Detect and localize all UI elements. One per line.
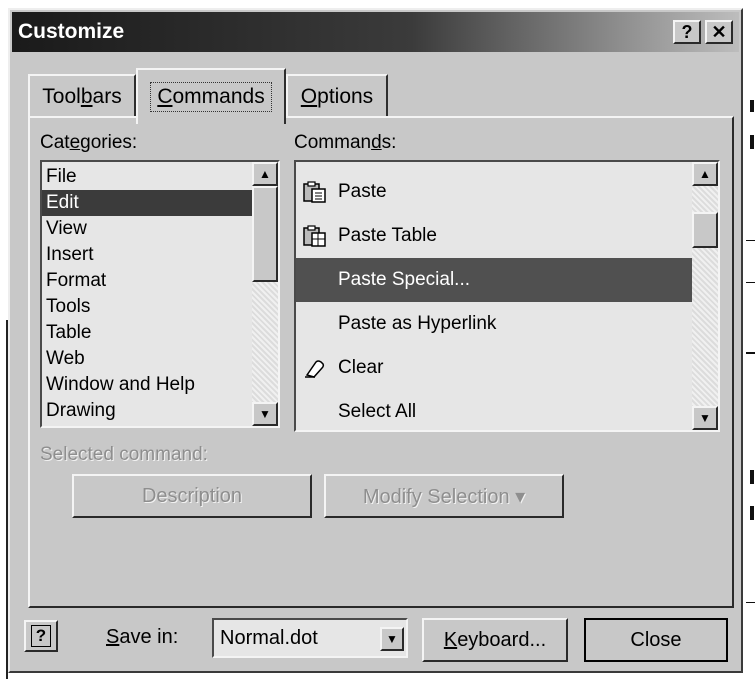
triangle-up-icon: ▲	[259, 167, 271, 181]
tab-toolbars[interactable]: Tool b ars	[28, 74, 136, 118]
commands-scrollbar[interactable]: ▲ ▼	[692, 162, 718, 430]
category-item[interactable]: View	[42, 216, 252, 242]
category-item[interactable]: File	[42, 164, 252, 190]
button-accel: K	[443, 628, 458, 651]
button-label: Description	[141, 484, 243, 507]
question-icon: ?	[681, 21, 693, 42]
commands-items: Paste Paste Table Paste Special... Paste…	[296, 170, 692, 430]
triangle-down-icon: ▼	[259, 407, 271, 421]
description-button[interactable]: Description	[72, 474, 312, 518]
command-item-selected[interactable]: Paste Special...	[296, 258, 692, 302]
background-mark	[750, 135, 754, 149]
label-accel: S	[106, 626, 120, 648]
category-item-selected[interactable]: Edit	[42, 190, 252, 216]
command-label: Paste Special...	[338, 269, 471, 290]
categories-items: File Edit View Insert Format Tools Table…	[42, 164, 252, 424]
background-mark	[746, 352, 755, 354]
background-mark	[750, 100, 754, 112]
command-label: Paste Table	[338, 225, 437, 246]
tab-label-accel: b	[80, 85, 93, 108]
label-text: Comman	[294, 132, 372, 153]
label-text: Cat	[40, 132, 70, 153]
tab-label: ommands	[172, 85, 265, 108]
commands-panel: Categories: File Edit View Insert Format…	[28, 116, 734, 608]
category-item[interactable]: Web	[42, 346, 252, 372]
command-item[interactable]: Clear	[296, 346, 692, 390]
categories-list[interactable]: File Edit View Insert Format Tools Table…	[40, 160, 280, 428]
title-bar[interactable]: Customize ? ✕	[12, 12, 739, 52]
scroll-up-button[interactable]: ▲	[692, 162, 718, 186]
commands-list[interactable]: Paste Paste Table Paste Special... Paste…	[294, 160, 720, 432]
command-item[interactable]: Paste as Hyperlink	[296, 302, 692, 346]
background-right	[744, 0, 755, 679]
tab-label: ptions	[317, 85, 374, 108]
triangle-up-icon: ▲	[699, 167, 711, 181]
command-label: Clear	[338, 357, 384, 378]
category-item[interactable]: Tools	[42, 294, 252, 320]
categories-scrollbar[interactable]: ▲ ▼	[252, 162, 278, 426]
scroll-up-button[interactable]: ▲	[252, 162, 278, 186]
command-item[interactable]: Paste	[296, 170, 692, 214]
category-item[interactable]: Table	[42, 320, 252, 346]
dropdown-button[interactable]: ▼	[380, 627, 404, 651]
eraser-icon	[305, 360, 325, 378]
command-item[interactable]: Paste Table	[296, 214, 692, 258]
tab-label-accel: C	[157, 85, 173, 108]
label-accel: e	[69, 132, 81, 153]
customize-dialog: Customize ? ✕ Tool b ars Commands Options …	[8, 8, 743, 673]
commands-label: Commands:	[294, 132, 396, 154]
close-button[interactable]: Close	[584, 618, 728, 662]
clipboard-table-icon	[303, 225, 326, 247]
category-item[interactable]: Format	[42, 268, 252, 294]
category-item[interactable]: Drawing	[42, 398, 252, 424]
button-label: eyboard...	[457, 628, 547, 651]
close-window-button[interactable]: ✕	[705, 20, 733, 44]
background-mark	[750, 470, 754, 484]
tab-commands[interactable]: Commands	[136, 68, 286, 124]
scroll-down-button[interactable]: ▼	[692, 406, 718, 430]
tab-label-accel: O	[300, 85, 318, 108]
command-label: Paste as Hyperlink	[338, 313, 497, 334]
help-icon-button[interactable]: ?	[24, 620, 58, 652]
triangle-down-icon: ▼	[699, 411, 711, 425]
background-mark	[746, 602, 755, 603]
clipboard-icon	[303, 181, 326, 203]
close-icon: ✕	[711, 21, 727, 42]
tab-focus: Commands	[150, 82, 272, 112]
help-icon: ?	[30, 625, 52, 647]
save-in-label: Save in:	[106, 626, 178, 649]
selected-command-label: Selected command:	[40, 444, 208, 465]
scroll-thumb[interactable]	[252, 186, 278, 282]
tab-options[interactable]: Options	[286, 74, 388, 118]
command-label: Select All	[338, 401, 417, 422]
save-in-dropdown[interactable]: Normal.dot ▼	[212, 618, 408, 658]
scroll-thumb[interactable]	[692, 212, 718, 248]
label-text: s:	[381, 132, 397, 153]
background-mark	[750, 506, 754, 520]
button-label: Modify Selection ▾	[362, 485, 526, 508]
save-in-value: Normal.dot	[220, 627, 318, 649]
label-text: ave in:	[119, 626, 179, 648]
category-item[interactable]: Insert	[42, 242, 252, 268]
categories-label: Categories:	[40, 132, 137, 154]
button-label: Close	[630, 628, 682, 651]
tab-label: Tool	[42, 85, 81, 108]
keyboard-button[interactable]: Keyboard...	[422, 618, 568, 662]
window-title: Customize	[18, 20, 125, 43]
scroll-down-button[interactable]: ▼	[252, 402, 278, 426]
tab-label: ars	[92, 85, 122, 108]
background-mark	[746, 282, 755, 283]
background-mark	[746, 240, 755, 241]
command-label: Paste	[338, 181, 387, 202]
label-text: gories:	[80, 132, 138, 153]
command-item[interactable]: Select All	[296, 390, 692, 430]
help-button[interactable]: ?	[673, 20, 701, 44]
category-item[interactable]: Window and Help	[42, 372, 252, 398]
label-accel: d	[371, 132, 382, 153]
triangle-down-icon: ▼	[386, 632, 398, 646]
modify-selection-button[interactable]: Modify Selection ▾	[324, 474, 564, 518]
